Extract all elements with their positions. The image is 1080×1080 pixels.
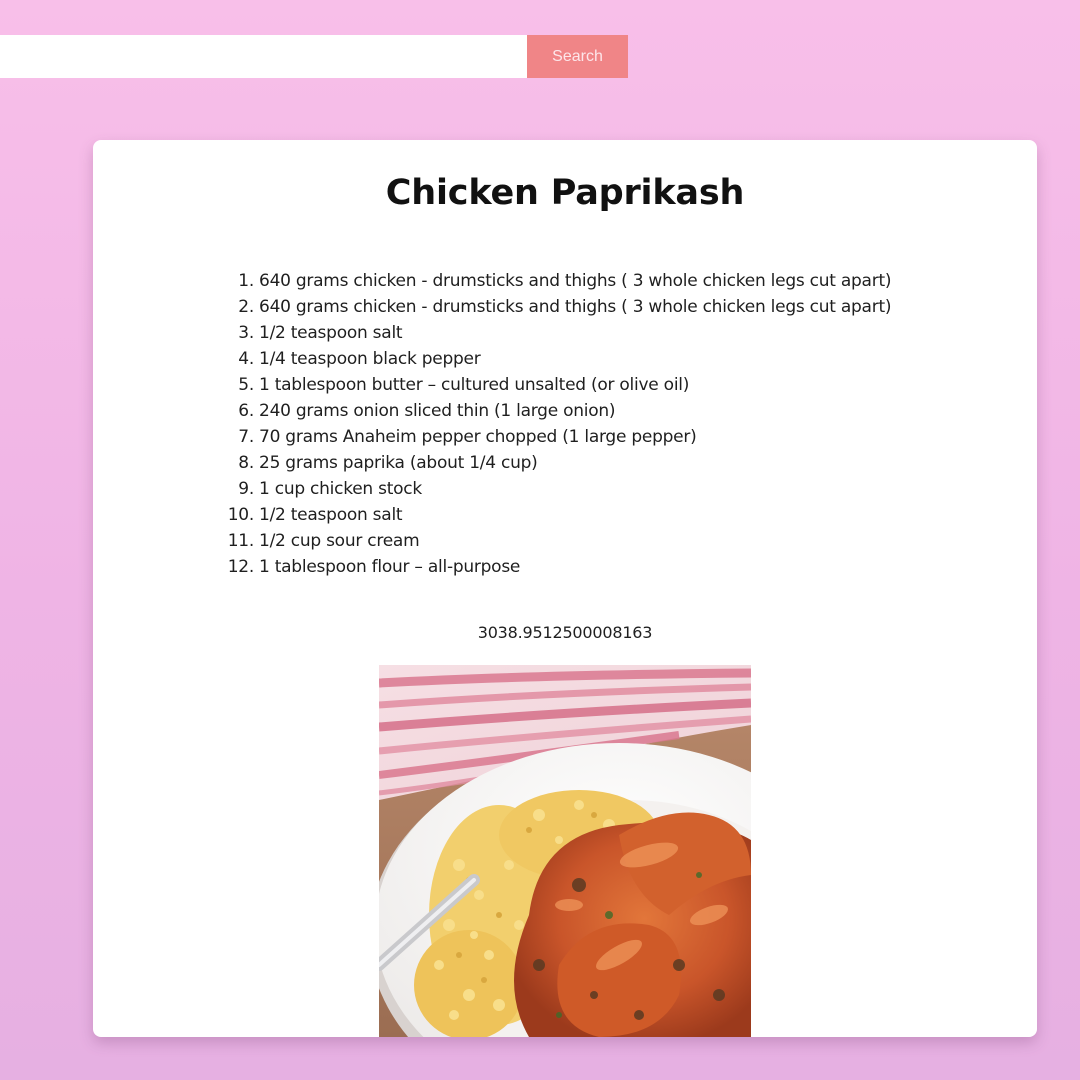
ingredient-item: 25 grams paprika (about 1/4 cup): [238, 450, 538, 476]
ingredient-item: 1 tablespoon flour – all-purpose: [228, 554, 521, 580]
ingredient-item: 1/2 teaspoon salt: [238, 320, 403, 346]
search-input[interactable]: [0, 35, 527, 78]
ingredient-item: 70 grams Anaheim pepper chopped (1 large…: [238, 424, 697, 450]
ingredient-item: 1 cup chicken stock: [238, 476, 422, 502]
ingredient-item: 1/2 teaspoon salt: [228, 502, 403, 528]
food-photo: [379, 665, 751, 1037]
recipe-card: Chicken Paprikash 640 grams chicken - dr…: [93, 140, 1037, 1037]
ingredient-item: 640 grams chicken - drumsticks and thigh…: [238, 268, 892, 294]
ingredient-item: 1/2 cup sour cream: [228, 528, 420, 554]
recipe-title: Chicken Paprikash: [385, 173, 745, 213]
ingredient-item: 1/4 teaspoon black pepper: [238, 346, 481, 372]
search-button[interactable]: Search: [527, 35, 628, 78]
number-readout: 3038.9512500008163: [477, 623, 653, 642]
ingredient-item: 640 grams chicken - drumsticks and thigh…: [238, 294, 892, 320]
ingredient-item: 1 tablespoon butter – cultured unsalted …: [238, 372, 690, 398]
search-bar: Search: [0, 35, 628, 78]
ingredient-list: 640 grams chicken - drumsticks and thigh…: [228, 268, 892, 580]
ingredient-item: 240 grams onion sliced thin (1 large oni…: [238, 398, 616, 424]
